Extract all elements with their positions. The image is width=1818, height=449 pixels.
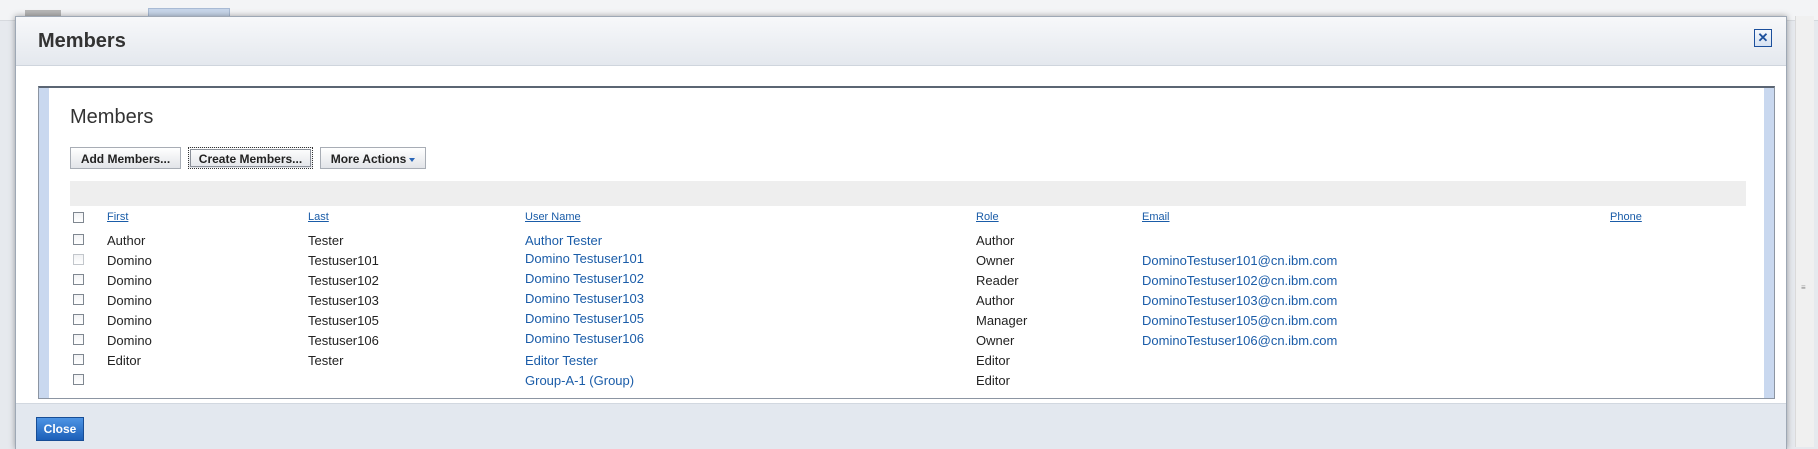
cell-username-link[interactable]: Author Tester (525, 233, 602, 248)
row-checkbox[interactable] (73, 274, 84, 285)
cell-username-link[interactable]: Domino Testuser103 (525, 291, 644, 306)
more-actions-button[interactable]: More Actions (320, 147, 426, 169)
cell-role: Author (976, 293, 1015, 308)
dialog-title: Members (38, 30, 126, 52)
header-email[interactable]: Email (1142, 211, 1170, 223)
toolbar-bar (70, 181, 1746, 206)
cell-role: Reader (976, 273, 1019, 288)
cell-last: Testuser103 (308, 293, 379, 308)
cell-email-link[interactable]: DominoTestuser102@cn.ibm.com (1142, 273, 1337, 288)
cell-last: Testuser105 (308, 313, 379, 328)
cell-role: Owner (976, 333, 1015, 348)
cell-username-link[interactable]: Editor Tester (525, 353, 598, 368)
cell-first: Domino (107, 293, 152, 308)
cell-last: Testuser106 (308, 333, 379, 348)
close-button[interactable]: Close (36, 417, 84, 441)
header-last[interactable]: Last (308, 211, 329, 223)
row-checkbox[interactable] (73, 254, 84, 265)
row-checkbox[interactable] (73, 314, 84, 325)
cell-first: Domino (107, 253, 152, 268)
cell-email-link[interactable]: DominoTestuser105@cn.ibm.com (1142, 313, 1337, 328)
header-username[interactable]: User Name (525, 211, 581, 223)
cell-first: Domino (107, 273, 152, 288)
header-first[interactable]: First (107, 211, 128, 223)
members-panel: Members Add Members... Create Members...… (38, 86, 1775, 399)
panel-right-border (1764, 88, 1774, 398)
cell-role: Author (976, 233, 1015, 248)
add-members-button[interactable]: Add Members... (70, 147, 181, 169)
cell-email-link[interactable]: DominoTestuser103@cn.ibm.com (1142, 293, 1337, 308)
row-checkbox[interactable] (73, 234, 84, 245)
row-checkbox[interactable] (73, 294, 84, 305)
cell-last: Testuser101 (308, 253, 379, 268)
cell-last: Tester (308, 353, 344, 368)
create-members-button[interactable]: Create Members... (188, 147, 313, 169)
scroll-grip-icon: ≡ (1801, 283, 1806, 292)
chevron-down-icon (409, 157, 416, 162)
close-icon[interactable]: ✕ (1754, 29, 1772, 47)
panel-left-border (39, 88, 49, 398)
dialog-header: Members ✕ (16, 17, 1786, 66)
cell-first: Author (107, 233, 146, 248)
row-checkbox[interactable] (73, 334, 84, 345)
header-role[interactable]: Role (976, 211, 999, 223)
header-phone[interactable]: Phone (1610, 211, 1642, 223)
dialog-footer: Close (16, 403, 1786, 449)
cell-email-link[interactable]: DominoTestuser106@cn.ibm.com (1142, 333, 1337, 348)
cell-role: Manager (976, 313, 1028, 328)
cell-email-link[interactable]: DominoTestuser101@cn.ibm.com (1142, 253, 1337, 268)
row-checkbox[interactable] (73, 354, 84, 365)
cell-last: Testuser102 (308, 273, 379, 288)
cell-first: Domino (107, 313, 152, 328)
cell-username-link[interactable]: Domino Testuser102 (525, 271, 644, 286)
cell-first: Domino (107, 333, 152, 348)
cell-last: Tester (308, 233, 344, 248)
cell-first: Editor (107, 353, 141, 368)
cell-role: Owner (976, 253, 1015, 268)
cell-role: Editor (976, 353, 1010, 368)
cell-username-link[interactable]: Domino Testuser101 (525, 251, 644, 266)
more-actions-label: More Actions (330, 152, 407, 166)
cell-username-link[interactable]: Group-A-1 (Group) (525, 373, 634, 388)
cell-username-link[interactable]: Domino Testuser105 (525, 311, 644, 326)
members-dialog: Members ✕ Members Add Members... Create … (15, 16, 1787, 449)
select-all-checkbox[interactable] (73, 212, 84, 223)
cell-username-link[interactable]: Domino Testuser106 (525, 331, 644, 346)
panel-title: Members (70, 106, 154, 128)
row-checkbox[interactable] (73, 374, 84, 385)
page-scrollbar[interactable]: ≡ (1795, 16, 1814, 447)
cell-role: Editor (976, 373, 1010, 388)
